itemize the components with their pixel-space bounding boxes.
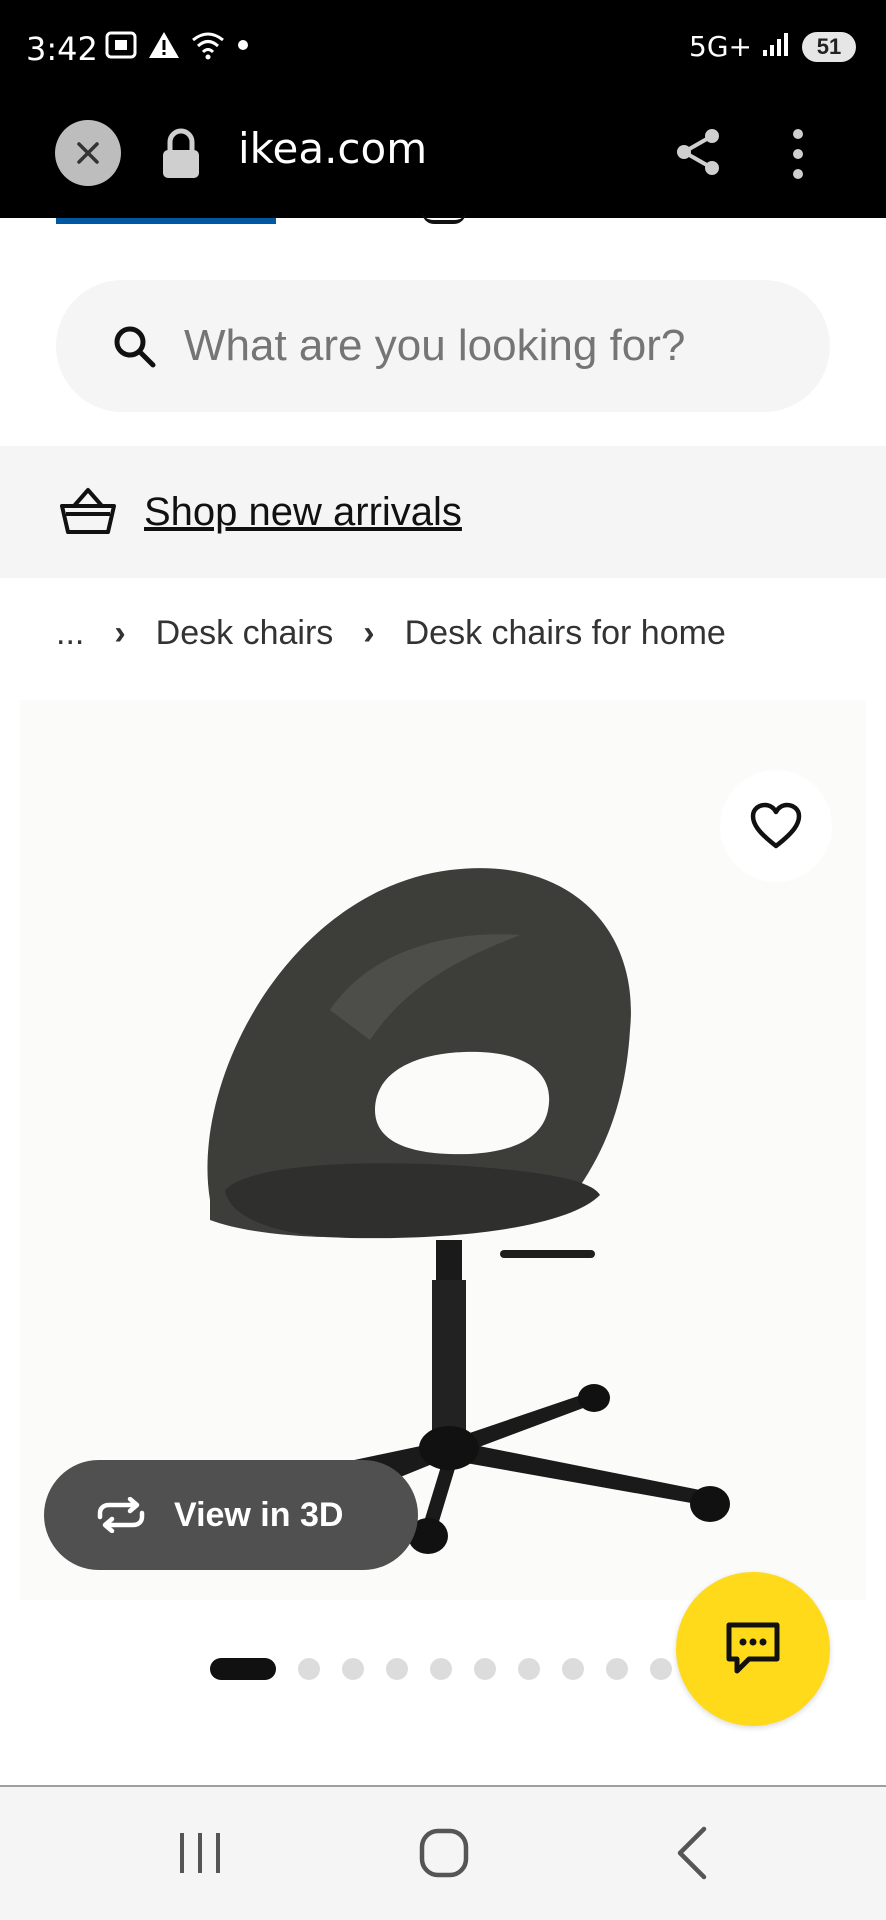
- close-icon: [77, 142, 99, 164]
- shop-new-arrivals-link[interactable]: Shop new arrivals: [144, 490, 462, 535]
- status-icons: [104, 30, 250, 65]
- share-icon[interactable]: [672, 126, 724, 178]
- heart-icon: [750, 802, 802, 849]
- carousel-dot-active[interactable]: [210, 1658, 276, 1680]
- carousel-dot[interactable]: [562, 1658, 584, 1680]
- screenshot-icon: [104, 30, 138, 65]
- carousel-dot[interactable]: [386, 1658, 408, 1680]
- carousel-dot[interactable]: [342, 1658, 364, 1680]
- breadcrumb: ... › Desk chairs › Desk chairs for home: [56, 614, 726, 653]
- breadcrumb-item-desk-chairs[interactable]: Desk chairs: [156, 614, 334, 653]
- wifi-icon: [190, 30, 226, 65]
- carousel-dot[interactable]: [474, 1658, 496, 1680]
- recent-apps-icon[interactable]: [170, 1823, 230, 1883]
- status-time: 3:42: [26, 30, 98, 68]
- home-icon[interactable]: [414, 1823, 474, 1883]
- carousel-dot[interactable]: [518, 1658, 540, 1680]
- dot-icon: [236, 38, 250, 57]
- search-bar[interactable]: [56, 280, 830, 412]
- status-bar: 3:42 5G+ 51: [0, 0, 886, 100]
- view-in-3d-button[interactable]: View in 3D: [44, 1460, 418, 1570]
- lock-icon: [163, 128, 199, 178]
- view-in-3d-label: View in 3D: [174, 1495, 344, 1534]
- back-icon[interactable]: [664, 1823, 724, 1883]
- carousel-dot[interactable]: [650, 1658, 672, 1680]
- search-input[interactable]: [184, 321, 784, 371]
- network-label: 5G+: [689, 30, 752, 63]
- chevron-right-icon: ›: [363, 614, 375, 652]
- system-navigation-bar: [0, 1787, 886, 1920]
- carousel-indicator: [210, 1658, 672, 1680]
- carousel-dot[interactable]: [606, 1658, 628, 1680]
- search-icon: [114, 326, 156, 368]
- warning-icon: [148, 30, 180, 65]
- url-text[interactable]: ikea.com: [238, 124, 427, 173]
- battery-indicator: 51: [802, 31, 856, 62]
- basket-icon: [60, 488, 116, 534]
- chair-image: [194, 868, 730, 1560]
- browser-toolbar: ikea.com: [0, 100, 886, 218]
- breadcrumb-item-desk-chairs-for-home[interactable]: Desk chairs for home: [405, 614, 726, 653]
- close-tab-button[interactable]: [55, 120, 121, 186]
- carousel-dot[interactable]: [430, 1658, 452, 1680]
- chat-icon: [726, 1622, 780, 1674]
- more-vert-icon[interactable]: [780, 126, 816, 182]
- nav-active-indicator: [56, 218, 276, 224]
- carousel-dot[interactable]: [298, 1658, 320, 1680]
- new-arrivals-banner[interactable]: Shop new arrivals: [0, 446, 886, 578]
- chevron-right-icon: ›: [114, 614, 126, 652]
- status-right: 5G+ 51: [689, 30, 856, 63]
- add-to-favourites-button[interactable]: [720, 770, 832, 882]
- nav-icon-remnant: [422, 212, 466, 224]
- chat-button[interactable]: [676, 1572, 830, 1726]
- breadcrumb-item-ellipsis[interactable]: ...: [56, 614, 84, 653]
- rotate-3d-icon: [97, 1497, 145, 1533]
- signal-icon: [762, 30, 792, 63]
